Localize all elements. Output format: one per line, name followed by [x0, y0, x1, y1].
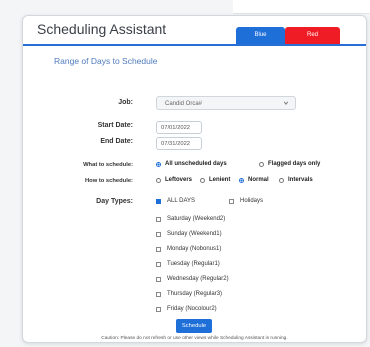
checkbox-day-type[interactable]: Wednesday (Regular2) [156, 276, 229, 282]
radio-all-unscheduled-days[interactable]: All unscheduled days [156, 161, 227, 167]
checkbox-unchecked-icon [156, 231, 161, 237]
background-panel [233, 0, 370, 14]
job-label: Job: [118, 99, 133, 106]
what-to-schedule-label: What to schedule: [83, 162, 133, 168]
day-types-label: Day Types: [96, 198, 133, 205]
radio-normal[interactable]: Normal [239, 177, 269, 183]
checkbox-unchecked-icon [156, 216, 161, 222]
checkbox-day-type[interactable]: Sunday (Weekend1) [156, 231, 222, 237]
checkbox-all-days[interactable]: ALL DAYS [156, 198, 195, 204]
radio-unselected-icon [200, 177, 205, 183]
radio-selected-icon [239, 177, 244, 183]
radio-label: Leftovers [165, 177, 193, 183]
checkbox-unchecked-icon [156, 246, 161, 252]
checkbox-label: Saturday (Weekend2) [167, 216, 226, 222]
checkbox-label: Monday (Nobonus1) [167, 246, 222, 252]
end-date-label: End Date: [100, 138, 133, 145]
caution-footer: Caution: Please do not refresh or use ot… [101, 336, 288, 341]
checkbox-label: Sunday (Weekend1) [167, 231, 222, 237]
radio-unselected-icon [279, 177, 284, 183]
checkbox-unchecked-icon [156, 261, 161, 267]
radio-unselected-icon [259, 161, 264, 167]
checkbox-day-type[interactable]: Saturday (Weekend2) [156, 216, 225, 222]
radio-leftovers[interactable]: Leftovers [156, 177, 192, 183]
job-select[interactable]: Candid Orca# [156, 96, 296, 110]
checkbox-label: Holidays [240, 198, 264, 204]
radio-intervals[interactable]: Intervals [279, 177, 313, 183]
schedule-button[interactable]: Schedule [176, 319, 212, 333]
window-title: Scheduling Assistant [37, 21, 167, 37]
scheduling-assistant-window: Scheduling Assistant Blue Red Range of D… [22, 15, 367, 343]
radio-label: All unscheduled days [165, 161, 227, 167]
checkbox-label: Tuesday (Regular1) [167, 261, 220, 267]
window-header: Scheduling Assistant Blue Red [23, 16, 366, 46]
radio-label: Lenient [209, 177, 231, 183]
radio-label: Flagged days only [268, 161, 321, 167]
checkbox-day-type[interactable]: Thursday (Regular3) [156, 291, 222, 297]
radio-lenient[interactable]: Lenient [200, 177, 230, 183]
checkbox-unchecked-icon [229, 198, 234, 204]
checkbox-day-type[interactable]: Monday (Nobonus1) [156, 246, 221, 252]
section-title: Range of Days to Schedule [54, 56, 158, 66]
checkbox-unchecked-icon [156, 276, 161, 282]
checkbox-label: Wednesday (Regular2) [167, 276, 229, 282]
radio-label: Intervals [288, 177, 313, 183]
radio-label: Normal [248, 177, 269, 183]
start-date-label: Start Date: [97, 122, 133, 129]
radio-unselected-icon [156, 177, 161, 183]
how-to-schedule-label: How to schedule: [85, 178, 133, 184]
checkbox-day-type[interactable]: Tuesday (Regular1) [156, 261, 220, 267]
checkbox-unchecked-icon [156, 291, 161, 297]
checkbox-holidays[interactable]: Holidays [229, 198, 263, 204]
checkbox-day-type[interactable]: Friday (Nocolour2) [156, 306, 217, 312]
end-date-input[interactable]: 07/31/2022 [156, 137, 202, 150]
checkbox-label: Friday (Nocolour2) [167, 306, 217, 312]
tab-red[interactable]: Red [285, 27, 340, 44]
radio-selected-icon [156, 161, 161, 167]
start-date-input[interactable]: 07/01/2022 [156, 121, 202, 134]
checkbox-label: ALL DAYS [167, 198, 196, 204]
checkbox-unchecked-icon [156, 306, 161, 312]
job-select-value: Candid Orca# [165, 101, 203, 107]
checkbox-checked-icon [156, 198, 161, 204]
tab-blue[interactable]: Blue [236, 27, 285, 44]
chevron-down-icon [283, 101, 289, 105]
checkbox-label: Thursday (Regular3) [167, 291, 223, 297]
radio-flagged-days-only[interactable]: Flagged days only [259, 161, 320, 167]
